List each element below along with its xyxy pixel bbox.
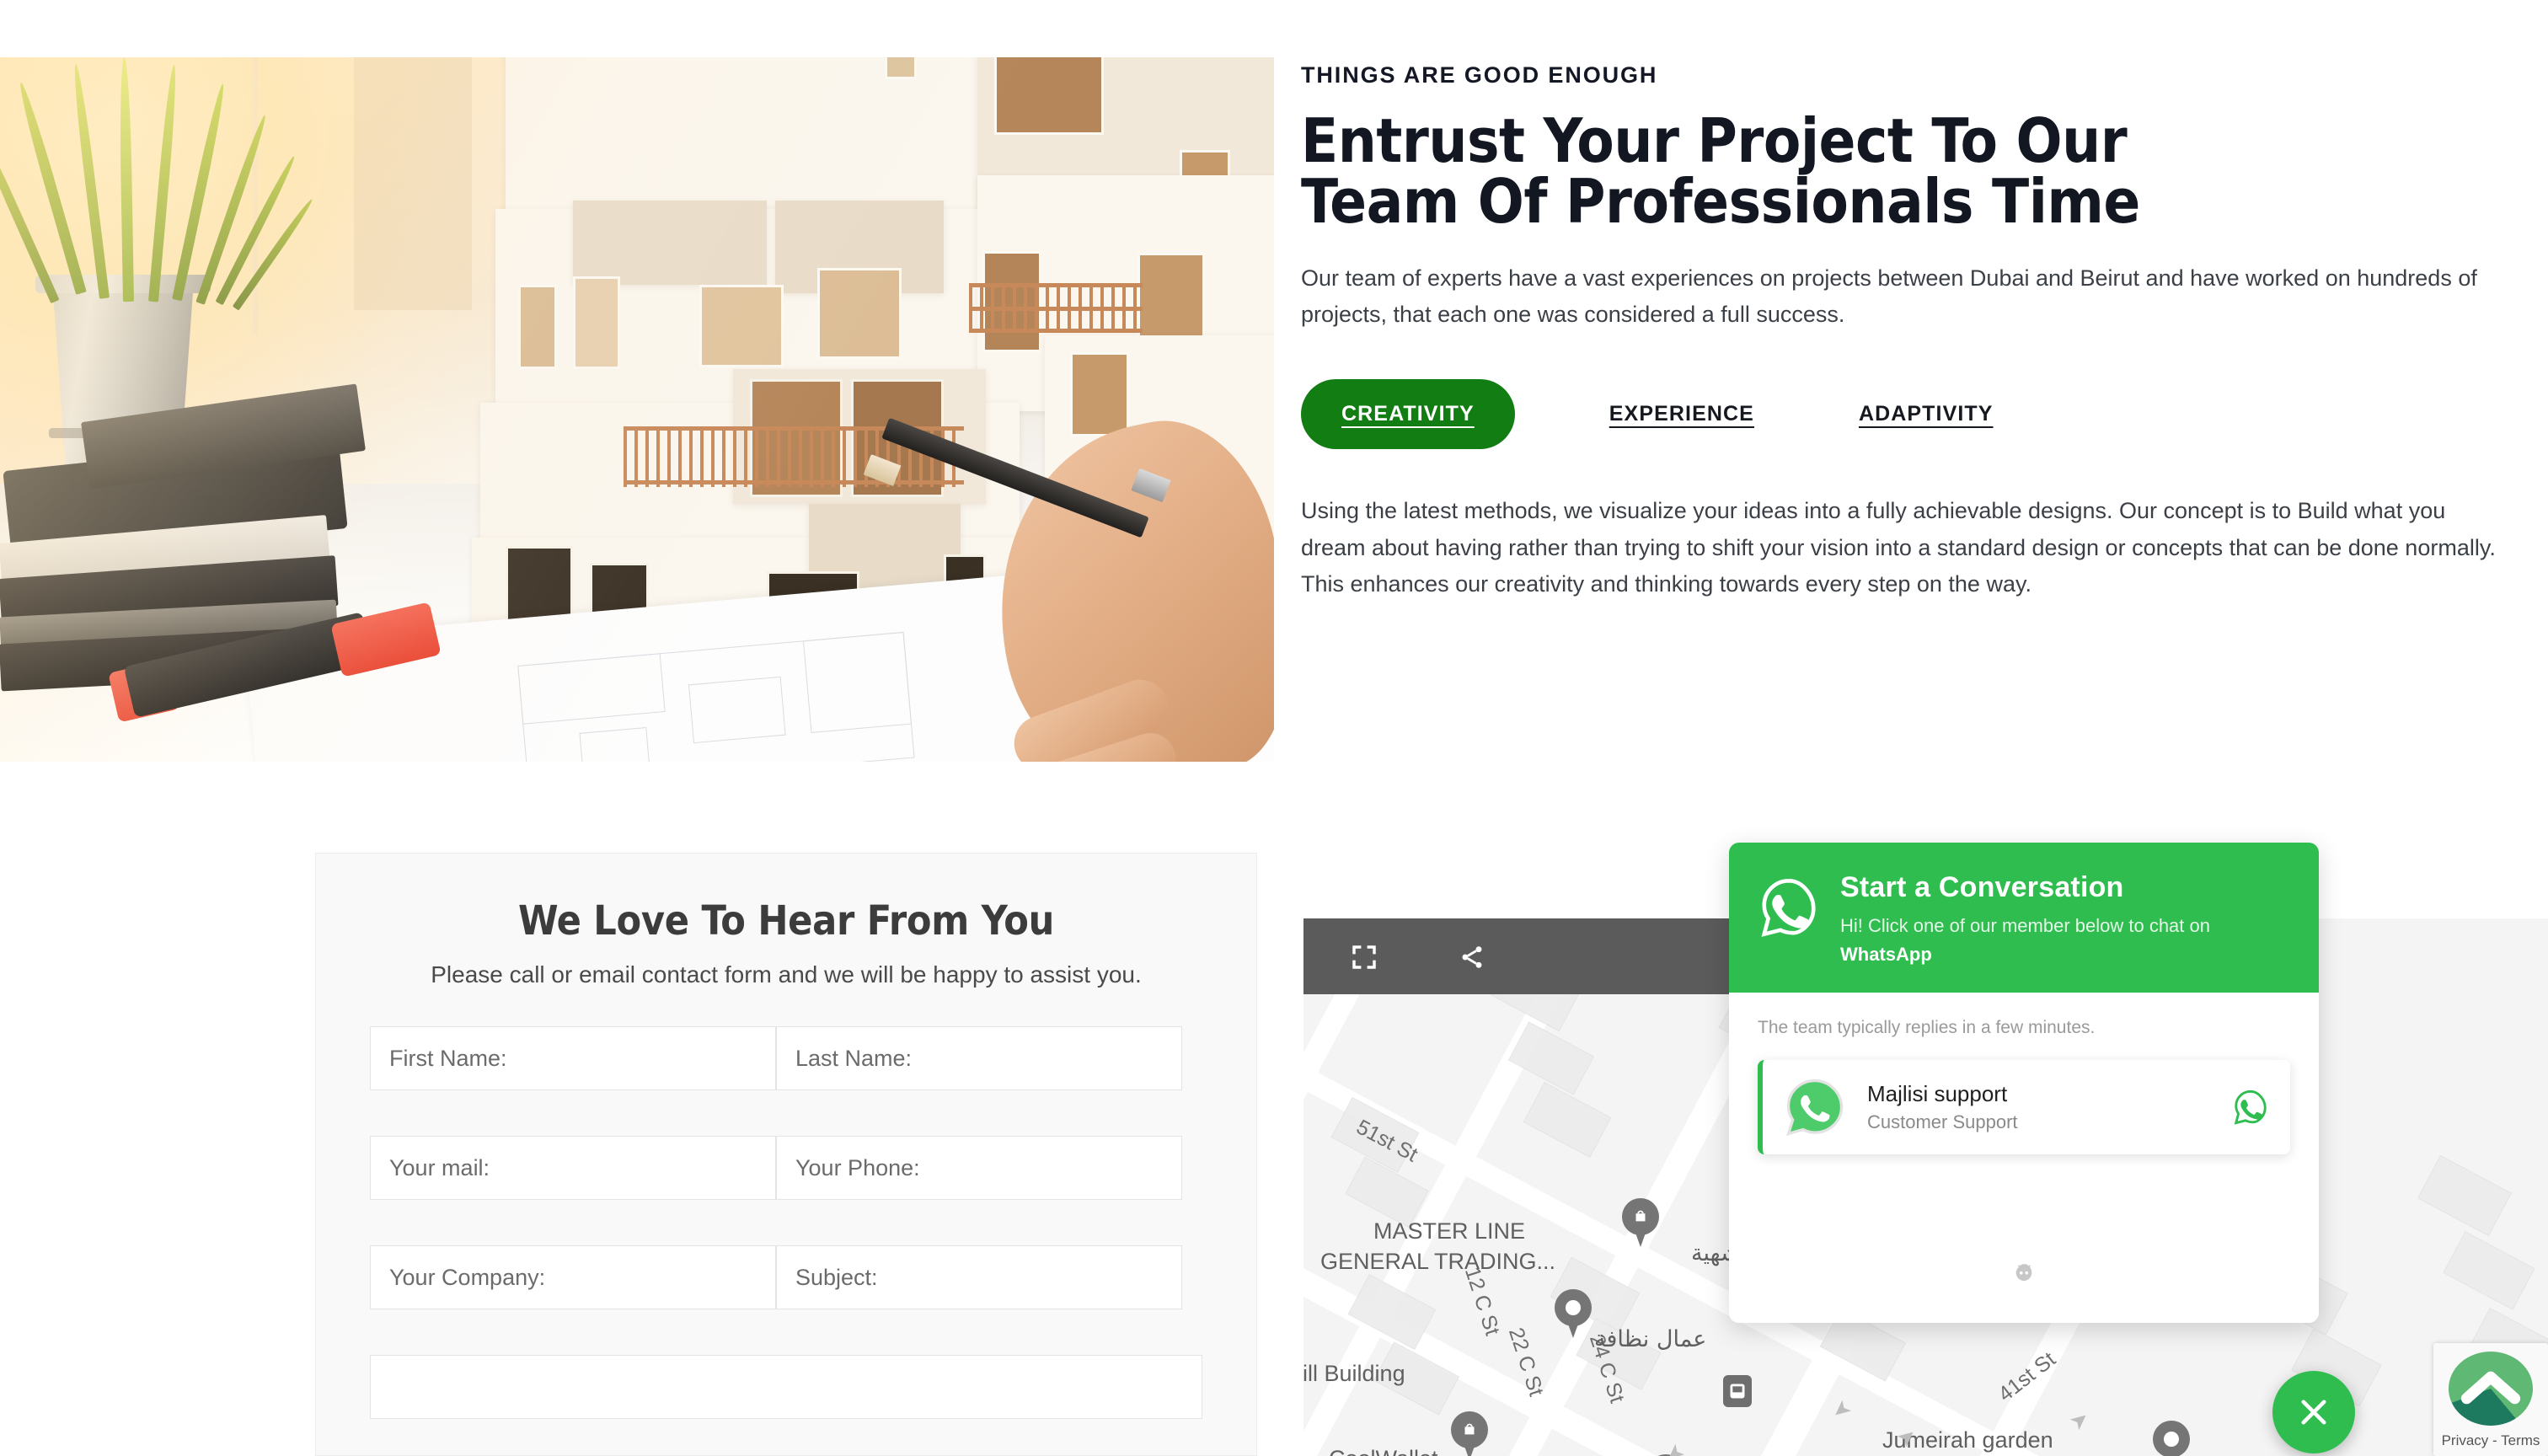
- map-pin-master-line[interactable]: [1622, 1198, 1659, 1247]
- bus-icon: [1730, 1384, 1745, 1399]
- architect-model-photo: [0, 57, 1274, 762]
- share-icon[interactable]: [1458, 944, 1486, 971]
- recaptcha-badge[interactable]: Privacy - Terms: [2433, 1343, 2548, 1456]
- form-row: First Name: Last Name:: [370, 1026, 1202, 1091]
- recaptcha-links: Privacy - Terms: [2433, 1432, 2548, 1449]
- shop-icon: [1635, 1210, 1646, 1222]
- hero-eyebrow: THINGS ARE GOOD ENOUGH: [1301, 62, 1658, 88]
- place-label-cleaners: عمال نظافة: [1594, 1326, 1707, 1352]
- whatsapp-widget-body: The team typically replies in a few minu…: [1729, 993, 2319, 1323]
- phone-input[interactable]: Your Phone:: [776, 1136, 1182, 1201]
- shop-icon: [1464, 1423, 1475, 1435]
- close-icon: [2301, 1400, 2326, 1425]
- map-pin-jumeirah[interactable]: [2153, 1421, 2190, 1456]
- email-input[interactable]: Your mail:: [370, 1136, 776, 1201]
- contact-form-fields: First Name: Last Name: Your mail: Your P…: [370, 1026, 1202, 1456]
- map-pin-coolwallet[interactable]: [1451, 1411, 1488, 1456]
- whatsapp-agent-row[interactable]: Majlisi support Customer Support: [1758, 1060, 2290, 1154]
- photo-warm-overlay: [0, 57, 1274, 762]
- ninja-icon: [2015, 1264, 2032, 1282]
- tab-creativity[interactable]: CREATIVITY: [1301, 379, 1515, 450]
- tab-panel-body: Using the latest methods, we visualize y…: [1301, 498, 2496, 597]
- tab-experience[interactable]: EXPERIENCE: [1609, 402, 1754, 426]
- whatsapp-close-button[interactable]: [2272, 1371, 2355, 1453]
- whatsapp-subtitle-text: Hi! Click one of our member below to cha…: [1840, 915, 2210, 936]
- whatsapp-subtitle: Hi! Click one of our member below to cha…: [1840, 912, 2236, 969]
- transit-station-icon: [1723, 1375, 1752, 1407]
- form-row: [370, 1355, 1202, 1420]
- whatsapp-brand-name: WhatsApp: [1840, 944, 1932, 966]
- whatsapp-icon: [1761, 878, 1816, 937]
- contact-form-title: We Love To Hear From You: [517, 897, 1055, 945]
- first-name-input[interactable]: First Name:: [370, 1026, 776, 1091]
- subject-input[interactable]: Subject:: [776, 1245, 1182, 1310]
- form-row: Your Company: Subject:: [370, 1245, 1202, 1310]
- place-label-master-line-2: GENERAL TRADING...: [1320, 1249, 1556, 1274]
- recaptcha-privacy-link[interactable]: Privacy: [2442, 1432, 2489, 1448]
- last-name-input[interactable]: Last Name:: [776, 1026, 1182, 1091]
- whatsapp-agent-name: Majlisi support: [1867, 1081, 2008, 1106]
- page-root: THINGS ARE GOOD ENOUGH Entrust Your Proj…: [0, 0, 2548, 1456]
- whatsapp-reply-note: The team typically replies in a few minu…: [1758, 1018, 2096, 1037]
- map-pin-cleaners[interactable]: [1555, 1289, 1592, 1338]
- form-row: Your mail: Your Phone:: [370, 1136, 1202, 1201]
- recaptcha-terms-link[interactable]: Terms: [2501, 1432, 2540, 1448]
- whatsapp-header-text: Start a Conversation Hi! Click one of ou…: [1840, 871, 2236, 969]
- whatsapp-agent-info: Majlisi support Customer Support: [1867, 1081, 2231, 1133]
- chevron-up-icon: [2460, 1371, 2521, 1405]
- hero-lead-paragraph: Our team of experts have a vast experien…: [1301, 265, 2477, 327]
- hero-text-column: THINGS ARE GOOD ENOUGH Entrust Your Proj…: [1301, 0, 2497, 603]
- whatsapp-chat-widget: Start a Conversation Hi! Click one of ou…: [1729, 843, 2319, 1323]
- whatsapp-widget-header: Start a Conversation Hi! Click one of ou…: [1729, 843, 2319, 993]
- contact-form-card: We Love To Hear From You Please call or …: [315, 853, 1257, 1456]
- whatsapp-title: Start a Conversation: [1840, 871, 2124, 903]
- whatsapp-agent-role: Customer Support: [1867, 1111, 2018, 1132]
- company-input[interactable]: Your Company:: [370, 1245, 776, 1310]
- recaptcha-separator: -: [2492, 1432, 2497, 1448]
- place-label-master-line: MASTER LINE: [1373, 1218, 1526, 1244]
- hero-tabs: CREATIVITY EXPERIENCE ADAPTIVITY: [1301, 379, 2497, 450]
- contact-form-subtitle: Please call or email contact form and we…: [431, 961, 1142, 988]
- fullscreen-icon[interactable]: [1350, 944, 1378, 971]
- agent-avatar: [1785, 1079, 1844, 1136]
- page-title: Entrust Your Project To Our Team Of Prof…: [1301, 105, 2140, 237]
- message-input[interactable]: [370, 1355, 1202, 1420]
- place-label-hill-building: hill Building: [1303, 1361, 1405, 1386]
- hero-image: [0, 57, 1274, 762]
- place-label-coolwallet: CoolWallet: [1329, 1446, 1438, 1456]
- whatsapp-icon[interactable]: [2231, 1088, 2270, 1127]
- tab-adaptivity[interactable]: ADAPTIVITY: [1859, 402, 1994, 426]
